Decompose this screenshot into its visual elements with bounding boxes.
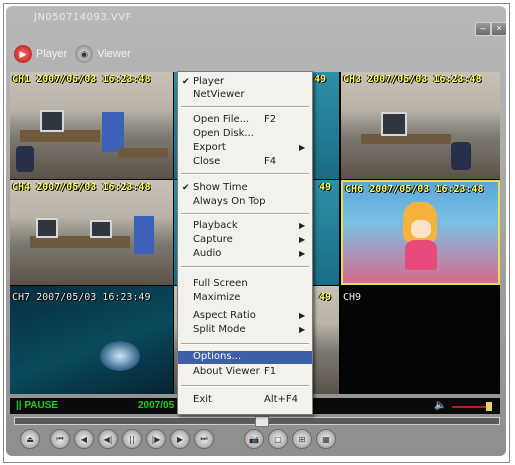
menu-item-label: Exit [193, 394, 212, 405]
menu-item-full-screen[interactable]: Full Screen [178, 278, 312, 290]
channel-4[interactable]: CH4 2007/05/03 16:23:48 [10, 180, 173, 285]
volume-knob[interactable] [486, 402, 492, 411]
channel-label: CH3 2007/05/03 16:23:48 [343, 74, 482, 85]
context-menu: ✔ Player NetViewer Open File... F2 Open … [177, 71, 313, 415]
menu-item-open-disk[interactable]: Open Disk... [178, 128, 312, 140]
menu-item-label: Always On Top [193, 196, 266, 207]
step-forward-button[interactable]: |▶ [146, 429, 166, 449]
menu-item-open-file[interactable]: Open File... F2 [178, 114, 312, 126]
submenu-arrow-icon: ▶ [299, 249, 306, 258]
channel-1[interactable]: CH1 2007/05/03 16:23:48 [10, 72, 173, 179]
channel-label: CH4 2007/05/03 16:23:48 [12, 182, 151, 193]
menu-item-show-time[interactable]: ✔ Show Time [178, 182, 312, 194]
menu-separator [181, 343, 309, 345]
channel-6[interactable]: CH6 2007/05/03 16:23:48 [341, 180, 500, 285]
menu-separator [181, 173, 309, 175]
channel-9[interactable]: CH9 [341, 286, 500, 394]
channel-label: CH9 [343, 292, 362, 303]
menu-item-label: Audio [193, 248, 222, 259]
channel-label: 49 [319, 182, 332, 193]
channel-label: CH7 2007/05/03 16:23:49 [12, 292, 151, 303]
menu-item-exit[interactable]: Exit Alt+F4 [178, 394, 312, 406]
menu-item-split-mode[interactable]: Split Mode ▶ [178, 324, 312, 336]
skip-forward-button[interactable]: ⏭ [194, 429, 214, 449]
close-button[interactable]: × [491, 22, 506, 36]
split-4-button[interactable]: ⊞ [292, 429, 312, 449]
eject-button[interactable]: ⏏ [20, 429, 40, 449]
submenu-arrow-icon: ▶ [299, 311, 306, 320]
menu-item-shortcut: F4 [264, 156, 277, 167]
menu-item-label: About Viewer [193, 366, 260, 377]
play-icon: ▶ [14, 45, 32, 63]
step-back-button[interactable]: ◀| [98, 429, 118, 449]
menu-item-shortcut: F1 [264, 366, 277, 377]
check-icon: ✔ [182, 77, 190, 87]
menu-item-close[interactable]: Close F4 [178, 156, 312, 168]
menu-item-always-on-top[interactable]: Always On Top [178, 196, 312, 208]
menu-item-label: Aspect Ratio [193, 310, 256, 321]
menu-item-export[interactable]: Export ▶ [178, 142, 312, 154]
pause-status: || PAUSE [16, 400, 59, 411]
split-1-button[interactable]: ▢ [268, 429, 288, 449]
menu-separator [181, 266, 309, 268]
menu-item-aspect-ratio[interactable]: Aspect Ratio ▶ [178, 310, 312, 322]
menu-item-label: Maximize [193, 292, 241, 303]
submenu-arrow-icon: ▶ [299, 235, 306, 244]
channel-7[interactable]: CH7 2007/05/03 16:23:49 [10, 286, 173, 394]
menu-item-player[interactable]: ✔ Player [178, 76, 312, 88]
menu-item-netviewer[interactable]: NetViewer [178, 89, 312, 101]
menu-item-options[interactable]: Options... [178, 351, 312, 364]
menu-item-label: Playback [193, 220, 238, 231]
menu-item-label: NetViewer [193, 89, 245, 100]
menu-item-shortcut: Alt+F4 [264, 394, 299, 405]
pause-button[interactable]: || [122, 429, 142, 449]
rewind-button[interactable]: ◀ [74, 429, 94, 449]
menu-item-label: Split Mode [193, 324, 246, 335]
menu-item-playback[interactable]: Playback ▶ [178, 220, 312, 232]
submenu-arrow-icon: ▶ [299, 325, 306, 334]
menu-item-audio[interactable]: Audio ▶ [178, 248, 312, 260]
submenu-arrow-icon: ▶ [299, 143, 306, 152]
menu-item-label: Full Screen [193, 278, 248, 289]
channel-label: CH6 2007/05/03 16:23:48 [345, 184, 484, 195]
menu-item-label: Open Disk... [193, 128, 254, 139]
menu-item-label: Options... [193, 351, 242, 362]
channel-label: 49 [319, 292, 332, 303]
viewer-icon: ◉ [75, 45, 94, 63]
menu-item-capture[interactable]: Capture ▶ [178, 234, 312, 246]
speaker-icon[interactable]: 🔈 [434, 400, 446, 411]
camera-button[interactable]: 📷 [244, 429, 264, 449]
submenu-arrow-icon: ▶ [299, 221, 306, 230]
window-title: JN050714093.VVF [34, 12, 132, 23]
split-9-button[interactable]: ▦ [316, 429, 336, 449]
menu-separator [181, 213, 309, 215]
mode-tabs: ▶ Player ◉ Viewer [14, 43, 131, 65]
tab-viewer[interactable]: ◉ Viewer [75, 45, 131, 63]
channel-label: CH1 2007/05/03 16:23:48 [12, 74, 151, 85]
channel-3[interactable]: CH3 2007/05/03 16:23:48 [341, 72, 500, 179]
play-button[interactable]: ▶ [170, 429, 190, 449]
menu-item-label: Player [193, 76, 225, 87]
menu-item-label: Capture [193, 234, 233, 245]
menu-separator [181, 385, 309, 387]
check-icon: ✔ [182, 183, 190, 193]
menu-item-label: Show Time [193, 182, 248, 193]
menu-separator [181, 106, 309, 108]
tab-player[interactable]: ▶ Player [14, 45, 67, 63]
seek-bar[interactable] [14, 416, 500, 427]
status-date: 2007/05 [138, 400, 175, 411]
menu-item-about-viewer[interactable]: About Viewer F1 [178, 366, 312, 378]
menu-item-label: Open File... [193, 114, 250, 125]
menu-item-label: Export [193, 142, 226, 153]
tab-viewer-label: Viewer [97, 48, 131, 60]
menu-item-shortcut: F2 [264, 114, 277, 125]
tab-player-label: Player [36, 48, 68, 60]
menu-item-maximize[interactable]: Maximize [178, 292, 312, 304]
channel-label: 49 [314, 74, 327, 85]
skip-back-button[interactable]: ⏮ [50, 429, 70, 449]
minimize-button[interactable]: – [475, 22, 491, 36]
menu-item-label: Close [193, 156, 221, 167]
seek-knob[interactable] [255, 416, 269, 427]
